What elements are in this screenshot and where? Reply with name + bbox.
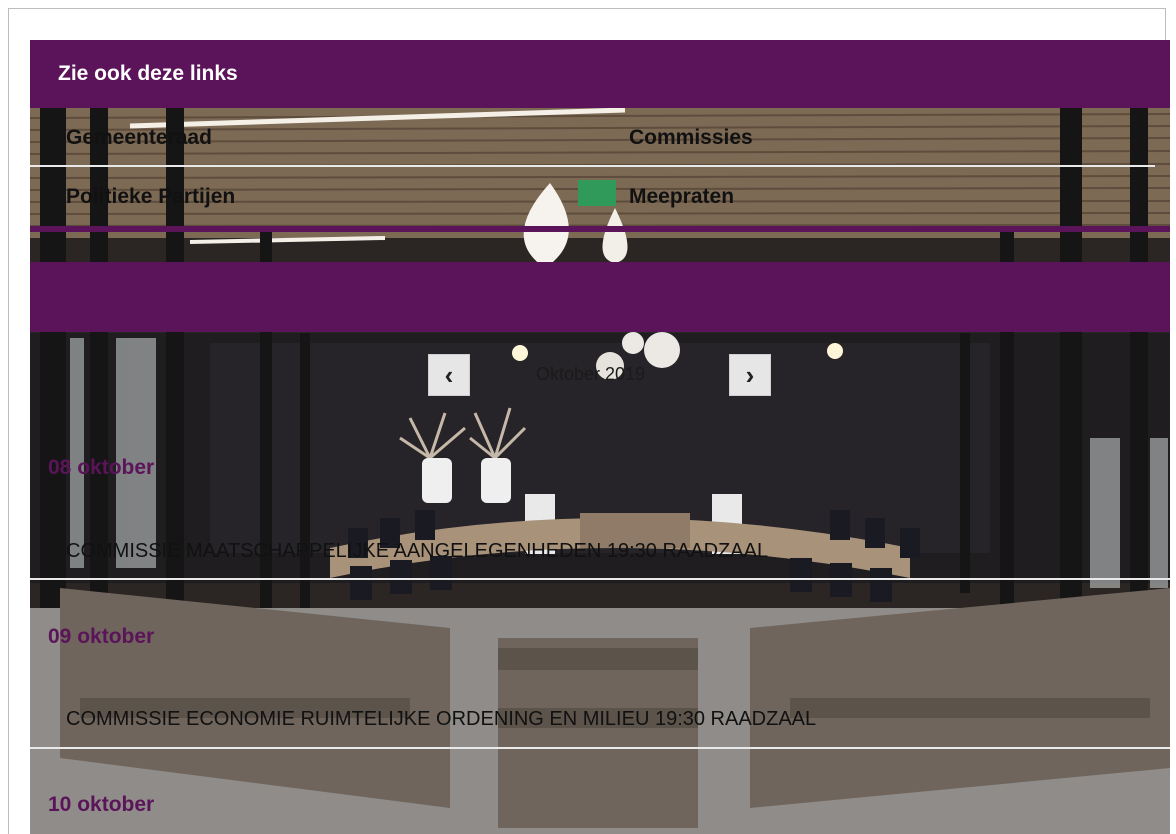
next-month-button[interactable]: › xyxy=(729,354,771,396)
calendar-event[interactable]: COMMISSIE MAATSCHAPPELIJKE AANGELEGENHED… xyxy=(66,540,768,563)
links-divider xyxy=(30,165,1155,167)
event-divider xyxy=(30,578,1170,580)
links-section-title: Zie ook deze links xyxy=(58,62,238,85)
link-gemeenteraad[interactable]: Gemeenteraad xyxy=(66,126,212,150)
links-section-header: Zie ook deze links xyxy=(30,40,1170,108)
calendar-date-heading: 09 oktober xyxy=(48,625,155,648)
prev-month-button[interactable]: ‹ xyxy=(428,354,470,396)
link-commissies[interactable]: Commissies xyxy=(629,126,753,150)
calendar-event[interactable]: COMMISSIE ECONOMIE RUIMTELIJKE ORDENING … xyxy=(66,708,816,731)
calendar-header-bar xyxy=(30,262,1170,332)
calendar-date-heading: 10 oktober xyxy=(48,793,155,816)
links-bottom-divider xyxy=(30,226,1170,232)
chevron-right-icon: › xyxy=(745,359,755,390)
chevron-left-icon: ‹ xyxy=(444,359,454,390)
event-divider xyxy=(30,747,1170,749)
calendar-date-heading: 08 oktober xyxy=(48,456,155,479)
calendar-month-label: Oktober 2019 xyxy=(536,364,646,384)
link-politieke-partijen[interactable]: Politieke Partijen xyxy=(66,185,235,209)
link-meepraten[interactable]: Meepraten xyxy=(629,185,734,209)
